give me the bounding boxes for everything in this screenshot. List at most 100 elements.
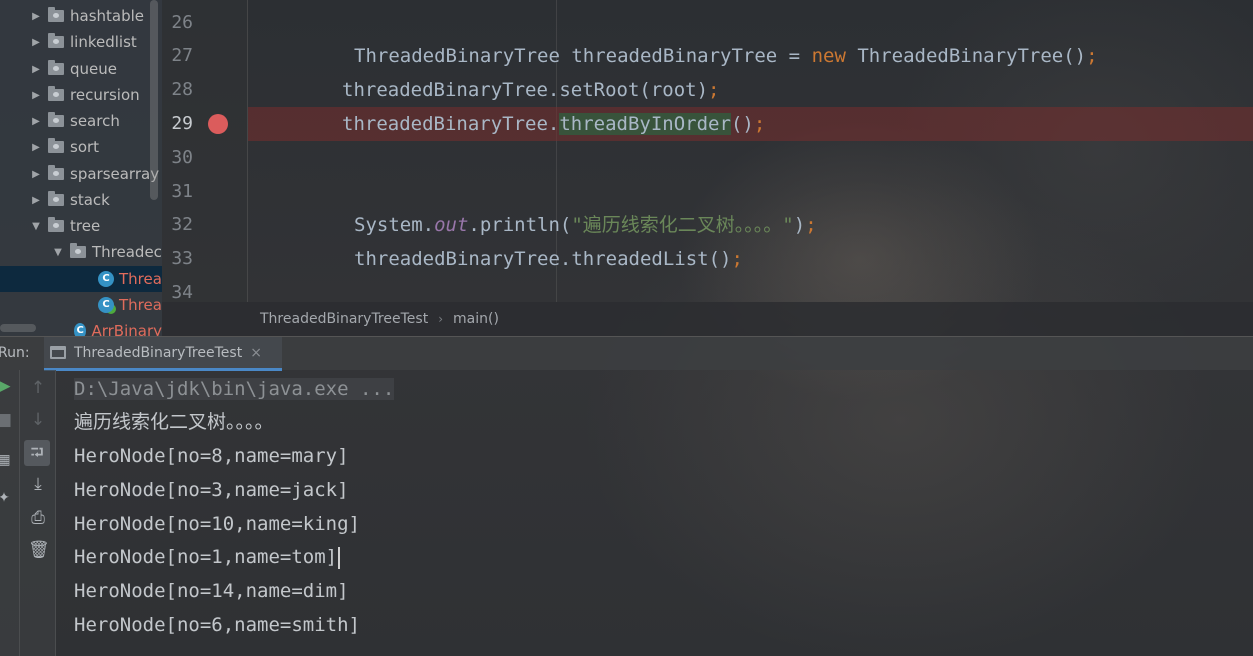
line-number: 26	[171, 12, 193, 33]
expand-arrow-icon[interactable]: ▶	[30, 142, 42, 153]
breadcrumb-method[interactable]: main()	[453, 311, 499, 327]
code-line-32: System.out.println("遍历线索化二叉树。。。。");	[248, 208, 1253, 242]
line-number: 30	[171, 147, 193, 168]
arrow-up-icon[interactable]: ↑	[28, 378, 48, 398]
expand-arrow-icon[interactable]: ▶	[30, 116, 42, 127]
console-text: HeroNode[no=1,name=tom]	[74, 546, 338, 568]
expand-arrow-icon[interactable]: ▶	[30, 169, 42, 180]
semicolon-token: ;	[1086, 45, 1098, 67]
tree-item-hashtable[interactable]: ▶ hashtable	[0, 3, 162, 29]
code-text: threadedBinaryTree.threadedList()	[354, 248, 732, 270]
expand-arrow-icon[interactable]: ▶	[30, 64, 42, 75]
package-folder-icon	[70, 243, 86, 258]
run-toolbar-primary: ▶ ■ ▦ ✦	[0, 370, 20, 656]
tree-item-stack[interactable]: ▶ stack	[0, 187, 162, 213]
tree-item-linkedlist[interactable]: ▶ linkedlist	[0, 29, 162, 55]
package-folder-icon	[48, 191, 64, 206]
code-line-33: threadedBinaryTree.threadedList();	[248, 242, 1253, 276]
tree-item-label: Threadec	[92, 243, 162, 261]
console-line: HeroNode[no=3,name=jack]	[74, 479, 349, 501]
breakpoint-icon[interactable]	[208, 114, 228, 134]
expand-arrow-icon[interactable]: ▶	[30, 11, 42, 22]
breadcrumb-separator: ›	[438, 312, 443, 326]
expand-arrow-icon[interactable]: ▶	[30, 90, 42, 101]
arrow-down-icon[interactable]: ↓	[28, 410, 48, 430]
code-text: ThreadedBinaryTree()	[845, 45, 1087, 67]
code-line-29-breakpoint: threadedBinaryTree.threadByInOrder();	[248, 107, 1253, 141]
pin-icon[interactable]: ✦	[0, 488, 14, 508]
tree-item-sparsearray[interactable]: ▶ sparsearray	[0, 161, 162, 187]
tree-item-recursion[interactable]: ▶ recursion	[0, 82, 162, 108]
java-class-icon: C	[74, 323, 87, 336]
tree-item-label: sparsearray	[70, 165, 160, 183]
line-number: 28	[171, 79, 193, 100]
project-tree-panel: ▶ hashtable ▶ linkedlist ▶ queue ▶ recur…	[0, 0, 162, 336]
tree-item-tree[interactable]: ▼ tree	[0, 213, 162, 239]
string-literal-token: "遍历线索化二叉树。。。。"	[571, 214, 794, 236]
console-line: HeroNode[no=10,name=king]	[74, 513, 360, 535]
run-tool-window-header: Run: ThreadedBinaryTreeTest ×	[0, 336, 1253, 371]
collapse-arrow-icon[interactable]: ▼	[52, 247, 64, 258]
editor-breadcrumb: ThreadedBinaryTreeTest › main()	[162, 302, 1253, 336]
line-number: 29	[171, 113, 193, 134]
layout-icon[interactable]: ▦	[0, 450, 14, 470]
tree-item-label: queue	[70, 60, 117, 78]
console-output[interactable]: D:\Java\jdk\bin\java.exe ... 遍历线索化二叉树。。。…	[56, 370, 1253, 656]
java-class-icon: C	[98, 271, 114, 287]
tree-item-label: stack	[70, 191, 110, 209]
print-icon[interactable]: ⎙	[28, 508, 48, 528]
console-line: HeroNode[no=14,name=dim]	[74, 580, 349, 602]
breadcrumb-class[interactable]: ThreadedBinaryTreeTest	[260, 311, 428, 327]
code-line-27: ThreadedBinaryTree threadedBinaryTree = …	[248, 39, 1253, 73]
semicolon-token: ;	[731, 248, 743, 270]
code-text: ()	[730, 113, 754, 135]
expand-arrow-icon[interactable]: ▶	[30, 195, 42, 206]
stop-icon[interactable]: ■	[0, 410, 14, 430]
line-number: 27	[171, 45, 193, 66]
semicolon-token: ;	[753, 113, 766, 135]
tree-item-threaded-class[interactable]: C Threa	[0, 266, 162, 292]
highlighted-method-token: threadByInOrder	[559, 113, 731, 135]
scroll-to-end-icon[interactable]: ⤓	[28, 474, 48, 494]
keyword-token: new	[811, 45, 846, 67]
tree-item-threaded-test-class[interactable]: C Threa	[0, 292, 162, 318]
text-caret	[338, 546, 341, 569]
package-folder-icon	[48, 138, 64, 153]
tree-item-label: sort	[70, 138, 100, 156]
tree-item-label: search	[70, 112, 120, 130]
tree-item-label: linkedlist	[70, 33, 137, 51]
command-text: D:\Java\jdk\bin\java.exe ...	[74, 378, 395, 400]
code-text: .println(	[468, 214, 572, 236]
tree-horizontal-scrollbar[interactable]	[0, 324, 36, 332]
collapse-arrow-icon[interactable]: ▼	[30, 221, 42, 232]
expand-arrow-icon[interactable]: ▶	[30, 37, 42, 48]
console-line: 遍历线索化二叉树。。。。	[74, 411, 274, 433]
run-toolbar-secondary: ↑ ↓ ⮒ ⤓ ⎙ 🗑	[20, 370, 56, 656]
tree-item-queue[interactable]: ▶ queue	[0, 56, 162, 82]
code-line-28: threadedBinaryTree.setRoot(root);	[248, 73, 1253, 107]
tree-item-label: recursion	[70, 86, 140, 104]
tree-item-sort[interactable]: ▶ sort	[0, 134, 162, 160]
console-line: HeroNode[no=8,name=mary]	[74, 445, 349, 467]
tree-item-search[interactable]: ▶ search	[0, 108, 162, 134]
soft-wrap-icon[interactable]: ⮒	[24, 440, 50, 466]
java-test-class-icon: C	[98, 297, 114, 313]
code-editor[interactable]: ThreadedBinaryTree threadedBinaryTree = …	[248, 0, 1253, 302]
code-text: threadedBinaryTree.	[342, 113, 560, 135]
tree-item-threaded-package[interactable]: ▼ Threadec	[0, 239, 162, 265]
console-line-with-caret: HeroNode[no=1,name=tom]	[74, 540, 341, 574]
package-folder-icon	[48, 217, 64, 232]
close-icon[interactable]: ×	[250, 345, 262, 361]
package-folder-icon	[48, 165, 64, 180]
console-line-command: D:\Java\jdk\bin\java.exe ...	[74, 372, 395, 406]
tree-item-label: hashtable	[70, 7, 145, 25]
tab-threaded-binary-tree-test[interactable]: ThreadedBinaryTreeTest ×	[44, 337, 282, 371]
package-folder-icon	[48, 86, 64, 101]
line-number: 31	[171, 181, 193, 202]
rerun-icon[interactable]: ▶	[0, 376, 14, 396]
trash-icon[interactable]: 🗑	[28, 540, 50, 560]
console-icon	[50, 346, 66, 359]
editor-gutter[interactable]: 26 27 28 29 30 31 32 33 34	[162, 0, 248, 303]
package-folder-icon	[48, 7, 64, 22]
code-text: ThreadedBinaryTree threadedBinaryTree =	[354, 45, 812, 67]
